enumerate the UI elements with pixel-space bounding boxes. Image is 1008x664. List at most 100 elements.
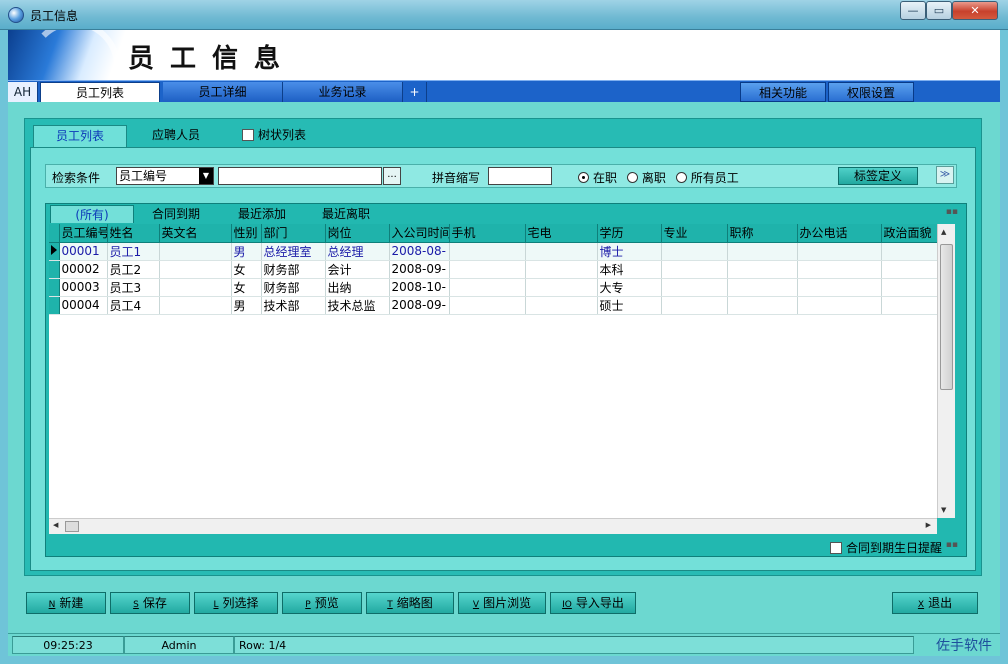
- table-cell[interactable]: [881, 296, 937, 315]
- column-header[interactable]: 职称: [727, 224, 798, 243]
- table-cell[interactable]: 博士: [597, 242, 662, 261]
- radio-all[interactable]: 所有员工: [675, 171, 739, 185]
- radio-left-dot[interactable]: [626, 172, 638, 183]
- scroll-left-icon[interactable]: ◀: [53, 521, 58, 529]
- column-header[interactable]: 入公司时间: [389, 224, 450, 243]
- vertical-scrollbar[interactable]: ▲ ▼: [937, 224, 955, 518]
- table-cell[interactable]: 财务部: [261, 260, 326, 279]
- column-header[interactable]: 部门: [261, 224, 326, 243]
- table-cell[interactable]: [661, 260, 728, 279]
- scroll-down-icon[interactable]: ▼: [941, 506, 946, 514]
- related-functions-button[interactable]: 相关功能: [740, 82, 826, 102]
- table-cell[interactable]: 00003: [59, 278, 108, 297]
- table-cell[interactable]: 硕士: [597, 296, 662, 315]
- table-cell[interactable]: 2008-09-: [389, 260, 450, 279]
- table-row[interactable]: 00001 员工1 男 总经理室 总经理 2008-08- 博士: [49, 242, 937, 261]
- close-button[interactable]: ✕: [952, 1, 998, 20]
- column-header[interactable]: 专业: [661, 224, 728, 243]
- table-cell[interactable]: 00002: [59, 260, 108, 279]
- table-cell[interactable]: 技术部: [261, 296, 326, 315]
- scroll-up-icon[interactable]: ▲: [941, 228, 946, 236]
- table-cell[interactable]: 2008-10-: [389, 278, 450, 297]
- table-cell[interactable]: 员工3: [107, 278, 160, 297]
- column-header[interactable]: 英文名: [159, 224, 232, 243]
- filter-tab-contract-due[interactable]: 合同到期: [134, 205, 218, 223]
- table-cell[interactable]: 男: [231, 296, 262, 315]
- table-cell[interactable]: [525, 278, 598, 297]
- tab-employee-detail[interactable]: 员工详细: [163, 82, 283, 102]
- column-header[interactable]: 员工编号: [59, 224, 108, 243]
- table-cell[interactable]: [449, 260, 526, 279]
- table-cell[interactable]: 女: [231, 278, 262, 297]
- tab-business-records[interactable]: 业务记录: [283, 82, 403, 102]
- table-cell[interactable]: 男: [231, 242, 262, 261]
- filter-tab-recent-added[interactable]: 最近添加: [220, 205, 304, 223]
- import-export-button[interactable]: IO 导入导出: [550, 592, 636, 614]
- table-cell[interactable]: [449, 278, 526, 297]
- table-cell[interactable]: [449, 242, 526, 261]
- table-cell[interactable]: [449, 296, 526, 315]
- pin-icon[interactable]: ▪▪: [946, 207, 958, 217]
- table-cell[interactable]: 员工1: [107, 242, 160, 261]
- pinyin-input[interactable]: [488, 167, 552, 185]
- thumbnail-button[interactable]: T 缩略图: [366, 592, 454, 614]
- horizontal-scrollbar[interactable]: ◀ ▶: [49, 518, 937, 534]
- table-cell[interactable]: [797, 296, 882, 315]
- column-header[interactable]: 手机: [449, 224, 526, 243]
- table-cell[interactable]: 财务部: [261, 278, 326, 297]
- table-cell[interactable]: [797, 278, 882, 297]
- column-header[interactable]: 姓名: [107, 224, 160, 243]
- column-header[interactable]: 政治面貌: [881, 224, 937, 243]
- reminder-checkbox[interactable]: [829, 542, 842, 554]
- table-cell[interactable]: [525, 296, 598, 315]
- scroll-right-icon[interactable]: ▶: [926, 521, 931, 529]
- maximize-button[interactable]: ▭: [926, 1, 952, 20]
- column-header[interactable]: 宅电: [525, 224, 598, 243]
- table-cell[interactable]: 00001: [59, 242, 108, 261]
- table-row[interactable]: 00003 员工3 女 财务部 出纳 2008-10- 大专: [49, 278, 937, 297]
- table-cell[interactable]: [661, 296, 728, 315]
- table-cell[interactable]: [797, 242, 882, 261]
- table-cell[interactable]: [727, 278, 798, 297]
- subtab-employee-list[interactable]: 员工列表: [33, 125, 127, 147]
- table-cell[interactable]: 大专: [597, 278, 662, 297]
- table-cell[interactable]: [159, 260, 232, 279]
- table-cell[interactable]: 技术总监: [325, 296, 390, 315]
- column-header[interactable]: 岗位: [325, 224, 390, 243]
- expand-chevron-icon[interactable]: ≫: [936, 166, 954, 184]
- table-cell[interactable]: [525, 260, 598, 279]
- table-cell[interactable]: 本科: [597, 260, 662, 279]
- table-cell[interactable]: [661, 242, 728, 261]
- table-cell[interactable]: [797, 260, 882, 279]
- table-cell[interactable]: 员工4: [107, 296, 160, 315]
- table-cell[interactable]: 00004: [59, 296, 108, 315]
- minimize-button[interactable]: —: [900, 1, 926, 20]
- table-cell[interactable]: 2008-08-: [389, 242, 450, 261]
- table-row[interactable]: 00002 员工2 女 财务部 会计 2008-09- 本科: [49, 260, 937, 279]
- table-cell[interactable]: [159, 242, 232, 261]
- radio-active-dot[interactable]: [578, 172, 589, 183]
- table-cell[interactable]: 总经理室: [261, 242, 326, 261]
- save-button[interactable]: S 保存: [110, 592, 190, 614]
- table-cell[interactable]: [159, 296, 232, 315]
- table-cell[interactable]: [881, 260, 937, 279]
- table-cell[interactable]: 总经理: [325, 242, 390, 261]
- table-cell[interactable]: [727, 296, 798, 315]
- radio-all-dot[interactable]: [675, 172, 687, 183]
- column-header[interactable]: 性别: [231, 224, 262, 243]
- permission-settings-button[interactable]: 权限设置: [828, 82, 914, 102]
- preview-button[interactable]: P 预览: [282, 592, 362, 614]
- tab-ah[interactable]: AH: [8, 82, 38, 102]
- exit-button[interactable]: X 退出: [892, 592, 978, 614]
- table-cell[interactable]: 2008-09-: [389, 296, 450, 315]
- radio-left[interactable]: 离职: [626, 171, 666, 185]
- column-select-button[interactable]: L 列选择: [194, 592, 278, 614]
- radio-active[interactable]: 在职: [578, 171, 617, 185]
- table-cell[interactable]: [661, 278, 728, 297]
- table-cell[interactable]: 女: [231, 260, 262, 279]
- table-cell[interactable]: [727, 260, 798, 279]
- image-browse-button[interactable]: V 图片浏览: [458, 592, 546, 614]
- pin-icon[interactable]: ▪▪: [946, 540, 958, 550]
- vertical-scroll-thumb[interactable]: [940, 244, 953, 390]
- table-row[interactable]: 00004 员工4 男 技术部 技术总监 2008-09- 硕士: [49, 296, 937, 315]
